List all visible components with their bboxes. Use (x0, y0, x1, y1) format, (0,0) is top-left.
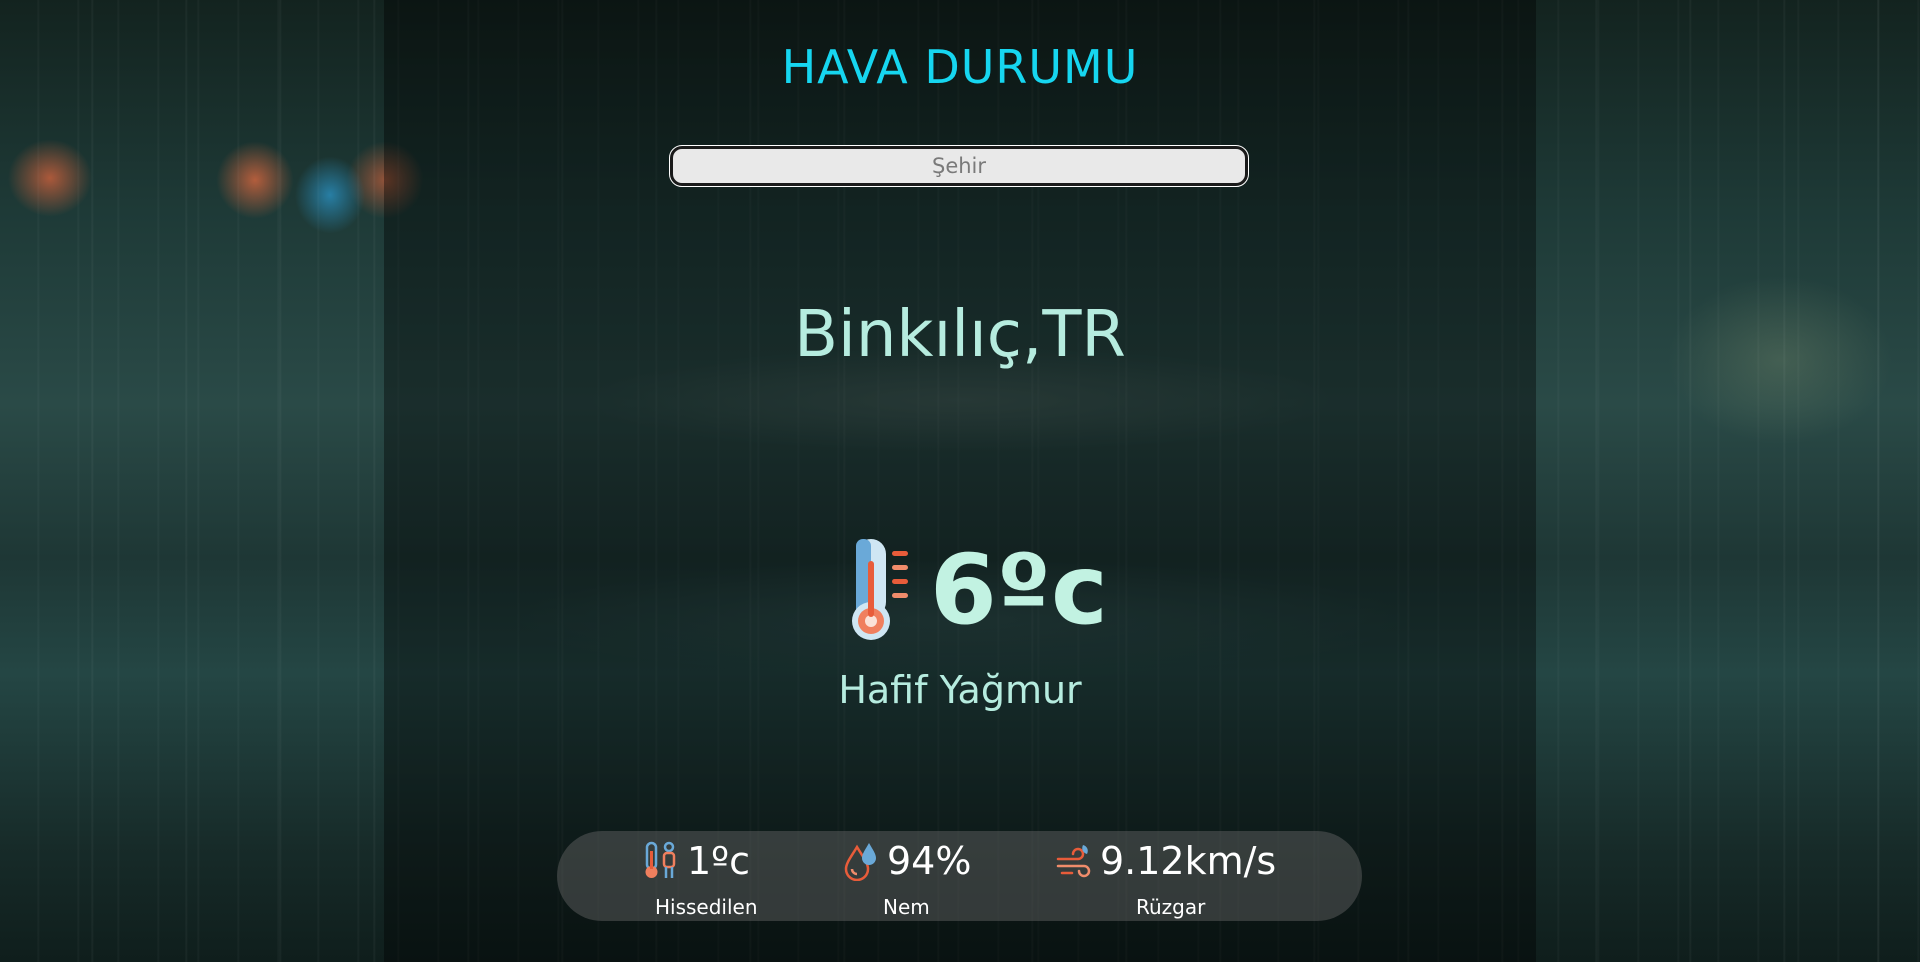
wind-label: Rüzgar (1136, 895, 1206, 919)
feels-like-item: 1ºc Hissedilen (643, 831, 793, 921)
feels-like-value: 1ºc (687, 839, 750, 883)
humidity-icon (844, 843, 876, 881)
details-bar: 1ºc Hissedilen 94% Nem 9.12km/s Rüzgar (557, 831, 1362, 921)
feels-like-icon (645, 841, 676, 878)
temperature-row: 6ºc (848, 530, 1108, 650)
wind-value: 9.12km/s (1100, 839, 1277, 883)
wind-icon (1056, 845, 1091, 878)
city-name: Binkılıç,TR (794, 298, 1126, 372)
temperature-value: 6ºc (930, 534, 1108, 646)
feels-like-label: Hissedilen (655, 895, 758, 919)
wind-item: 9.12km/s Rüzgar (1056, 831, 1286, 921)
city-search-input[interactable] (669, 145, 1249, 187)
weather-description: Hafif Yağmur (838, 668, 1082, 712)
app-title: HAVA DURUMU (781, 40, 1139, 94)
content-panel (384, 0, 1536, 962)
humidity-value: 94% (887, 839, 972, 883)
thermometer-icon (852, 539, 908, 640)
humidity-label: Nem (883, 895, 930, 919)
humidity-item: 94% Nem (843, 831, 993, 921)
